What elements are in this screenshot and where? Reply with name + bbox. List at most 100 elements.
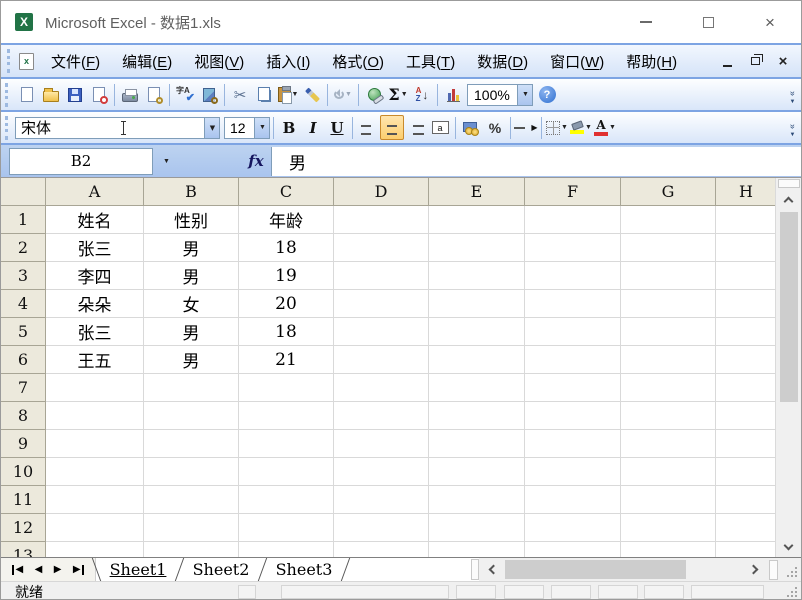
cell-B11[interactable] [144,486,239,514]
sheet-tab-sheet3[interactable]: Sheet3 [263,558,345,581]
toolbar-drag-handle[interactable] [5,115,11,140]
cell-D10[interactable] [334,458,429,486]
font-size-dropdown-button[interactable]: ▼ [254,117,269,138]
cell-C7[interactable] [239,374,334,402]
close-button[interactable]: × [739,1,801,43]
cell-C13[interactable] [239,542,334,557]
cell-A1[interactable]: 姓名 [46,206,144,234]
cell-F10[interactable] [525,458,621,486]
new-document-button[interactable] [15,82,39,107]
cell-F6[interactable] [525,346,621,374]
row-header-12[interactable]: 12 [1,514,46,542]
cell-B7[interactable] [144,374,239,402]
cell-A8[interactable] [46,402,144,430]
horizontal-split-handle[interactable] [769,559,778,580]
cell-D7[interactable] [334,374,429,402]
cell-A13[interactable] [46,542,144,557]
cell-B2[interactable]: 男 [144,234,239,262]
cell-E10[interactable] [429,458,525,486]
cell-G7[interactable] [621,374,716,402]
cell-C8[interactable] [239,402,334,430]
cell-E3[interactable] [429,262,525,290]
cell-F5[interactable] [525,318,621,346]
cell-F13[interactable] [525,542,621,557]
autosum-dropdown-arrow[interactable]: ▼ [401,91,408,98]
row-header-3[interactable]: 3 [1,262,46,290]
maximize-button[interactable] [677,1,739,43]
italic-button[interactable]: I [301,115,325,140]
cell-E6[interactable] [429,346,525,374]
cell-C11[interactable] [239,486,334,514]
cell-B6[interactable]: 男 [144,346,239,374]
menu-item-V[interactable]: 视图(V) [183,47,255,76]
merge-center-button[interactable]: a [428,115,452,140]
cell-A3[interactable]: 李四 [46,262,144,290]
cell-G4[interactable] [621,290,716,318]
insert-function-button[interactable]: fx [241,152,271,170]
cell-H1[interactable] [716,206,777,234]
cell-G12[interactable] [621,514,716,542]
minimize-button[interactable] [615,1,677,43]
cell-G2[interactable] [621,234,716,262]
cell-D12[interactable] [334,514,429,542]
cell-D5[interactable] [334,318,429,346]
scroll-right-button[interactable] [742,558,768,581]
paste-button[interactable]: ▼ [276,82,300,107]
cell-D6[interactable] [334,346,429,374]
cell-A9[interactable] [46,430,144,458]
align-center-button[interactable] [380,115,404,140]
cell-B10[interactable] [144,458,239,486]
print-button[interactable] [118,82,142,107]
cell-B8[interactable] [144,402,239,430]
menu-item-F[interactable]: 文件(F) [40,47,111,76]
row-header-9[interactable]: 9 [1,430,46,458]
cell-E7[interactable] [429,374,525,402]
workbook-minimize-button[interactable] [717,52,737,70]
tab-split-handle[interactable] [471,559,479,580]
formula-input[interactable]: 男 [271,146,801,176]
print-preview-button[interactable] [142,82,166,107]
cell-G9[interactable] [621,430,716,458]
cell-F8[interactable] [525,402,621,430]
cell-H12[interactable] [716,514,777,542]
increase-indent-button[interactable]: ▶ [514,115,538,140]
hyperlink-button[interactable] [362,82,386,107]
cell-E12[interactable] [429,514,525,542]
cell-C1[interactable]: 年龄 [239,206,334,234]
cell-C3[interactable]: 19 [239,262,334,290]
row-header-2[interactable]: 2 [1,234,46,262]
row-header-13[interactable]: 13 [1,542,46,557]
menu-item-I[interactable]: 插入(I) [255,47,321,76]
select-all-corner[interactable] [1,178,46,206]
underline-button[interactable]: U [325,115,349,140]
cell-A6[interactable]: 王五 [46,346,144,374]
row-header-8[interactable]: 8 [1,402,46,430]
sheet-tab-sheet2[interactable]: Sheet2 [180,558,262,581]
menu-item-O[interactable]: 格式(O) [321,47,395,76]
sort-ascending-button[interactable]: AZ ↓ [410,82,434,107]
cell-F3[interactable] [525,262,621,290]
cell-D8[interactable] [334,402,429,430]
toolbar-options-button[interactable]: » ▼ [786,82,799,105]
horizontal-scroll-track[interactable] [505,558,742,581]
bold-button[interactable]: B [277,115,301,140]
cell-A2[interactable]: 张三 [46,234,144,262]
cell-F12[interactable] [525,514,621,542]
permission-button[interactable] [87,82,111,107]
row-header-1[interactable]: 1 [1,206,46,234]
cell-C5[interactable]: 18 [239,318,334,346]
cell-E11[interactable] [429,486,525,514]
cell-C9[interactable] [239,430,334,458]
row-header-7[interactable]: 7 [1,374,46,402]
next-sheet-button[interactable]: ▶ [54,564,62,575]
cell-D2[interactable] [334,234,429,262]
workbook-restore-button[interactable] [745,52,765,70]
cell-D11[interactable] [334,486,429,514]
cell-G6[interactable] [621,346,716,374]
font-color-button[interactable]: A ▼ [593,115,617,140]
cell-H9[interactable] [716,430,777,458]
cell-A7[interactable] [46,374,144,402]
cell-G13[interactable] [621,542,716,557]
column-header-D[interactable]: D [334,178,429,206]
cell-A4[interactable]: 朵朵 [46,290,144,318]
